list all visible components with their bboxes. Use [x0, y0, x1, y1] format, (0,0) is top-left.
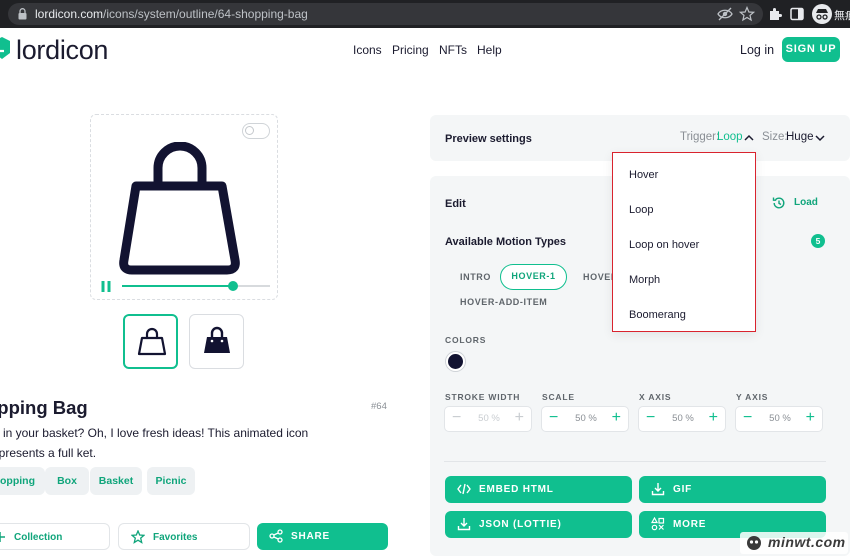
pause-icon[interactable]: [101, 281, 111, 292]
nav-nfts[interactable]: NFTs: [439, 42, 467, 58]
trigger-option-loop-on-hover[interactable]: Loop on hover: [629, 238, 699, 252]
url-text[interactable]: lordicon.com/icons/system/outline/64-sho…: [35, 7, 308, 21]
add-to-favorites-button[interactable]: Favorites: [118, 523, 250, 550]
lock-icon: [18, 8, 27, 20]
animation-progress-handle[interactable]: [228, 281, 238, 291]
lordicon-logo-icon: [0, 37, 10, 59]
size-label[interactable]: Size:: [762, 131, 788, 143]
x-axis-stepper[interactable]: − 50 % +: [638, 406, 726, 432]
incognito-icon: [816, 9, 828, 20]
animation-progress-fill: [122, 285, 233, 287]
tag-box[interactable]: Box: [45, 467, 89, 495]
trigger-value[interactable]: Loop: [717, 131, 743, 143]
variant-outline[interactable]: [123, 314, 178, 369]
motion-tab-hover-add-item[interactable]: HOVER-ADD-ITEM: [460, 297, 547, 307]
watermark-text: minwt.com: [768, 534, 846, 550]
shopping-bag-outline-icon: [137, 327, 167, 356]
shapes-icon: [651, 517, 665, 531]
star-outline-icon: [131, 530, 145, 544]
tag-shopping[interactable]: opping: [0, 467, 45, 495]
x-axis-label: X AXIS: [639, 392, 672, 402]
eye-off-icon[interactable]: [717, 6, 733, 22]
stroke-width-label: STROKE WIDTH: [445, 392, 521, 402]
login-link[interactable]: Log in: [740, 42, 774, 58]
trigger-dropdown-menu: Hover Loop Loop on hover Morph Boomerang: [612, 152, 756, 332]
plus-icon: [0, 532, 5, 542]
toggle-knob: [245, 126, 254, 135]
icon-title: opping Bag: [0, 397, 88, 418]
y-axis-stepper[interactable]: − 50 % +: [735, 406, 823, 432]
download-icon: [457, 518, 471, 531]
motion-tab-intro[interactable]: INTRO: [460, 272, 491, 282]
trigger-option-loop[interactable]: Loop: [629, 203, 653, 217]
trigger-option-morph[interactable]: Morph: [629, 273, 660, 287]
profile-avatar[interactable]: [812, 4, 832, 24]
y-axis-label: Y AXIS: [736, 392, 769, 402]
browser-toolbar: lordicon.com/icons/system/outline/64-sho…: [0, 0, 850, 28]
chevron-down-icon[interactable]: [815, 134, 825, 142]
plus-icon[interactable]: +: [709, 407, 718, 429]
variant-filled[interactable]: [189, 314, 244, 369]
color-swatch[interactable]: [446, 352, 465, 371]
chevron-up-icon[interactable]: [744, 134, 754, 142]
logo-text[interactable]: lordicon: [16, 33, 108, 67]
nav-pricing[interactable]: Pricing: [392, 42, 429, 58]
stroke-width-stepper: − 50 % +: [444, 406, 532, 432]
shopping-bag-icon: [119, 142, 240, 275]
trigger-option-hover[interactable]: Hover: [629, 168, 658, 182]
preview-settings-label: Preview settings: [445, 133, 532, 145]
scale-stepper[interactable]: − 50 % +: [541, 406, 629, 432]
share-icon: [269, 529, 283, 543]
edit-label: Edit: [445, 198, 466, 210]
plus-icon[interactable]: +: [612, 407, 621, 429]
trigger-option-boomerang[interactable]: Boomerang: [629, 308, 686, 322]
divider: [444, 461, 826, 462]
code-icon: [457, 483, 471, 495]
add-to-collection-button[interactable]: Collection: [0, 523, 110, 550]
tag-basket[interactable]: Basket: [90, 467, 142, 495]
share-button[interactable]: SHARE: [257, 523, 388, 550]
icon-number: #64: [371, 401, 387, 412]
plus-icon: +: [514, 409, 524, 426]
scale-label: SCALE: [542, 392, 575, 402]
mascot-logo-icon: [747, 536, 761, 550]
motion-types-label: Available Motion Types: [445, 236, 567, 248]
json-lottie-button[interactable]: JSON (LOTTIE): [445, 511, 632, 538]
nav-help[interactable]: Help: [477, 42, 502, 58]
trigger-label[interactable]: Trigger:: [680, 131, 719, 143]
star-icon[interactable]: [739, 6, 755, 22]
sidebar-icon[interactable]: [789, 6, 805, 22]
nav-icons[interactable]: Icons: [353, 42, 382, 58]
extensions-icon[interactable]: [767, 6, 783, 22]
embed-html-button[interactable]: EMBED HTML: [445, 476, 632, 503]
signup-button[interactable]: SIGN UP: [782, 37, 840, 62]
gif-button[interactable]: GIF: [639, 476, 826, 503]
address-bar[interactable]: lordicon.com/icons/system/outline/64-sho…: [8, 3, 763, 25]
size-value[interactable]: Huge: [786, 131, 814, 143]
icon-description: t's in your basket? Oh, I love fresh ide…: [0, 426, 309, 460]
motion-tab-hover-1[interactable]: HOVER-1: [500, 264, 567, 290]
plus-icon[interactable]: +: [806, 407, 815, 429]
history-icon[interactable]: [772, 196, 786, 210]
load-button[interactable]: Load: [794, 197, 818, 208]
shopping-bag-filled-icon: [204, 326, 230, 353]
background-toggle[interactable]: [242, 123, 270, 139]
motion-count-badge: 5: [811, 234, 825, 248]
tag-picnic[interactable]: Picnic: [147, 467, 195, 495]
profile-name[interactable]: 無痕: [834, 7, 850, 23]
colors-label: COLORS: [445, 335, 487, 345]
download-icon: [651, 483, 665, 496]
